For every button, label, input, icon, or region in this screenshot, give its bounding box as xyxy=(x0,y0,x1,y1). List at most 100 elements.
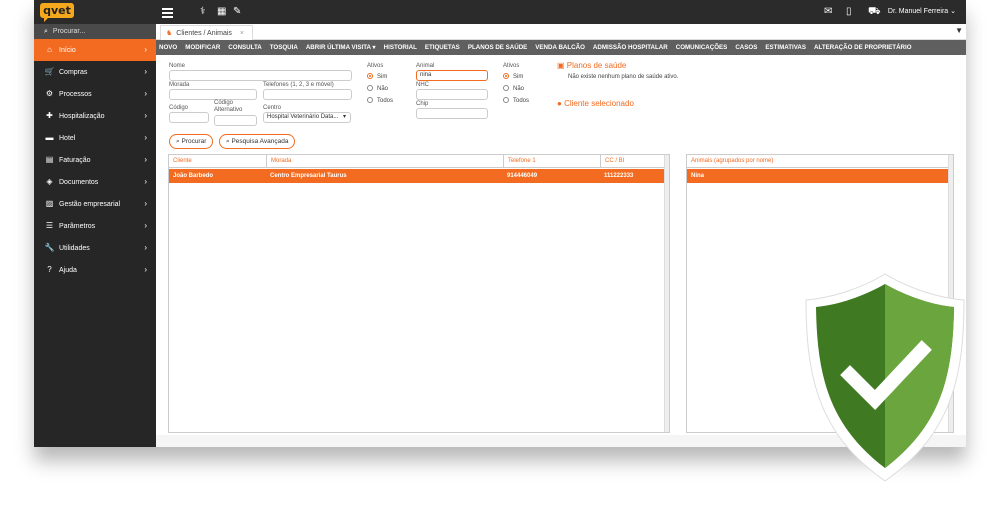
search-icon: ⌕ xyxy=(44,28,48,35)
sidebar-item-hotel[interactable]: ▬ Hotel › xyxy=(34,127,156,149)
tab-label: Clientes / Animais xyxy=(176,30,232,37)
sidebar-item-label: Processos xyxy=(59,91,92,98)
sidebar-item-processos[interactable]: ⚙ Processos › xyxy=(34,83,156,105)
cell-telefone: 914446049 xyxy=(507,173,538,179)
telefones-field[interactable] xyxy=(263,89,352,100)
close-icon[interactable]: × xyxy=(240,30,244,37)
menu-icon[interactable] xyxy=(162,8,173,20)
syringe-icon[interactable]: ✎ xyxy=(233,6,241,18)
user-icon: ● xyxy=(557,99,565,108)
gear-icon: ⚙ xyxy=(45,89,54,98)
mail-icon[interactable]: ✉ xyxy=(824,6,832,18)
menu-item-5[interactable]: HISTORIAL xyxy=(384,40,417,55)
sidebar-item-par-metros[interactable]: ☰ Parâmetros › xyxy=(34,215,156,237)
ativos-label: Ativos xyxy=(367,63,384,69)
sidebar-item-in-cio[interactable]: ⌂ Início › xyxy=(34,39,156,61)
user-menu[interactable]: Dr. Manuel Ferreira ⌄ xyxy=(888,7,956,15)
wrench-icon: 🔧 xyxy=(44,243,55,252)
vet-icon[interactable]: ⚕ xyxy=(200,6,205,18)
table-row[interactable]: Nina xyxy=(687,169,948,183)
cell-morada: Centro Empresarial Taurus xyxy=(270,173,347,179)
chevron-right-icon: › xyxy=(144,67,147,76)
animal-field[interactable]: nina xyxy=(416,70,488,81)
col-telefone[interactable]: Telefone 1 xyxy=(503,155,600,168)
sidebar-item-label: Hotel xyxy=(59,135,76,142)
ambulance-icon[interactable]: ⛟ xyxy=(868,6,881,18)
sidebar-item-compras[interactable]: 🛒 Compras › xyxy=(34,61,156,83)
animal-ativos-nao-radio[interactable]: Não xyxy=(503,85,524,92)
animal-ativos-sim-radio[interactable]: Sim xyxy=(503,73,523,80)
menu-item-8[interactable]: VENDA BALCÃO xyxy=(535,40,585,55)
telefones-label: Telefones (1, 2, 3 e móvel) xyxy=(263,82,334,88)
menu-item-10[interactable]: COMUNICAÇÕES xyxy=(676,40,728,55)
menu-item-1[interactable]: MODIFICAR xyxy=(185,40,220,55)
menu-item-6[interactable]: ETIQUETAS xyxy=(425,40,460,55)
ativos-sim-radio[interactable]: Sim xyxy=(367,73,387,80)
sidebar: ⌕ Procurar... ⌂ Início › 🛒 Compras › ⚙ Processos… xyxy=(34,24,156,447)
sidebar-item-label: Hospitalização xyxy=(59,113,105,120)
tab-menu-icon[interactable]: ▼ xyxy=(955,26,963,35)
chevron-right-icon: › xyxy=(144,133,147,142)
sidebar-item-hospitaliza-o[interactable]: ✚ Hospitalização › xyxy=(34,105,156,127)
pesquisa-avancada-button[interactable]: ⌕ Pesquisa Avançada xyxy=(219,134,296,149)
sidebar-item-gest-o-empresarial[interactable]: ▨ Gestão empresarial › xyxy=(34,193,156,215)
ativos2-label: Ativos xyxy=(503,63,520,69)
menu-item-11[interactable]: CASOS xyxy=(735,40,757,55)
animal-ativos-todos-radio[interactable]: Todos xyxy=(503,97,529,104)
chevron-right-icon: › xyxy=(144,199,147,208)
sidebar-item-documentos[interactable]: ◈ Documentos › xyxy=(34,171,156,193)
menu-item-0[interactable]: NOVO xyxy=(159,40,177,55)
animals-table-header: Animais (agrupados por nome) xyxy=(687,155,953,168)
menu-item-13[interactable]: ALTERAÇÃO DE PROPRIETÁRIO xyxy=(814,40,912,55)
nhc-field[interactable] xyxy=(416,89,488,100)
top-bar: qvet ⚕ ▦ ✎ ✉ ▯ ⛟ Dr. Manuel Ferreira ⌄ xyxy=(34,0,966,24)
sidebar-item-label: Faturação xyxy=(59,157,91,164)
action-menubar: NOVO MODIFICAR CONSULTA TOSQUIA ABRIR ÚLTIMA… xyxy=(156,40,966,55)
menu-item-9[interactable]: ADMISSÃO HOSPITALAR xyxy=(593,40,668,55)
nome-field[interactable] xyxy=(169,70,352,81)
chip-field[interactable] xyxy=(416,108,488,119)
app-logo[interactable]: qvet xyxy=(40,3,74,22)
table-row[interactable]: João Barbedo Centro Empresarial Taurus 9… xyxy=(169,169,664,183)
clients-table: Cliente Morada Telefone 1 CC / BI João B… xyxy=(168,154,670,433)
sidebar-item-fatura-o[interactable]: ▤ Faturação › xyxy=(34,149,156,171)
clients-table-header: Cliente Morada Telefone 1 CC / BI xyxy=(169,155,669,168)
menu-item-7[interactable]: PLANOS DE SAÚDE xyxy=(468,40,527,55)
medkit-icon: ✚ xyxy=(46,111,53,120)
col-morada[interactable]: Morada xyxy=(266,155,503,168)
codigo-field[interactable] xyxy=(169,112,209,123)
sidebar-item-label: Gestão empresarial xyxy=(59,201,121,208)
sidebar-item-ajuda[interactable]: ? Ajuda › xyxy=(34,259,156,281)
sidebar-search[interactable]: ⌕ Procurar... xyxy=(34,24,156,39)
col-cc-bi[interactable]: CC / BI xyxy=(600,155,665,168)
morada-field[interactable] xyxy=(169,89,257,100)
sidebar-item-label: Ajuda xyxy=(59,267,77,274)
menu-item-4[interactable]: ABRIR ÚLTIMA VISITA ▾ xyxy=(306,40,376,55)
codigo-label: Código xyxy=(169,105,189,111)
sidebar-item-label: Compras xyxy=(59,69,88,76)
client-icon: ♞ xyxy=(166,30,173,37)
calendar-icon[interactable]: ▦ xyxy=(217,6,226,18)
tab-strip: ♞ Clientes / Animais × ▼ xyxy=(156,24,966,40)
menu-item-2[interactable]: CONSULTA xyxy=(228,40,261,55)
clipboard-icon[interactable]: ▯ xyxy=(846,6,852,18)
menu-item-12[interactable]: ESTIMATIVAS xyxy=(765,40,806,55)
procurar-button[interactable]: ⌕ Procurar xyxy=(169,134,214,149)
clients-scrollbar[interactable] xyxy=(664,155,669,432)
codigo-alt-field[interactable] xyxy=(214,115,257,126)
sidebar-item-utilidades[interactable]: 🔧 Utilidades › xyxy=(34,237,156,259)
ativos-nao-radio[interactable]: Não xyxy=(367,85,388,92)
cliente-selecionado-title: ● Cliente selecionado xyxy=(557,99,634,108)
nome-label: Nome xyxy=(169,63,186,69)
menu-item-3[interactable]: TOSQUIA xyxy=(270,40,298,55)
security-shield-icon xyxy=(805,273,965,482)
sidebar-item-label: Início xyxy=(59,47,76,54)
col-cliente[interactable]: Cliente xyxy=(169,155,266,168)
col-animais[interactable]: Animais (agrupados por nome) xyxy=(687,155,947,168)
chevron-right-icon: › xyxy=(144,111,147,120)
tab-clientes-animais[interactable]: ♞ Clientes / Animais × xyxy=(160,25,254,40)
ativos-todos-radio[interactable]: Todos xyxy=(367,97,393,104)
centro-select[interactable]: Hospital Veterinário Data... xyxy=(263,112,351,123)
chevron-right-icon: › xyxy=(144,243,147,252)
morada-label: Morada xyxy=(169,82,190,88)
